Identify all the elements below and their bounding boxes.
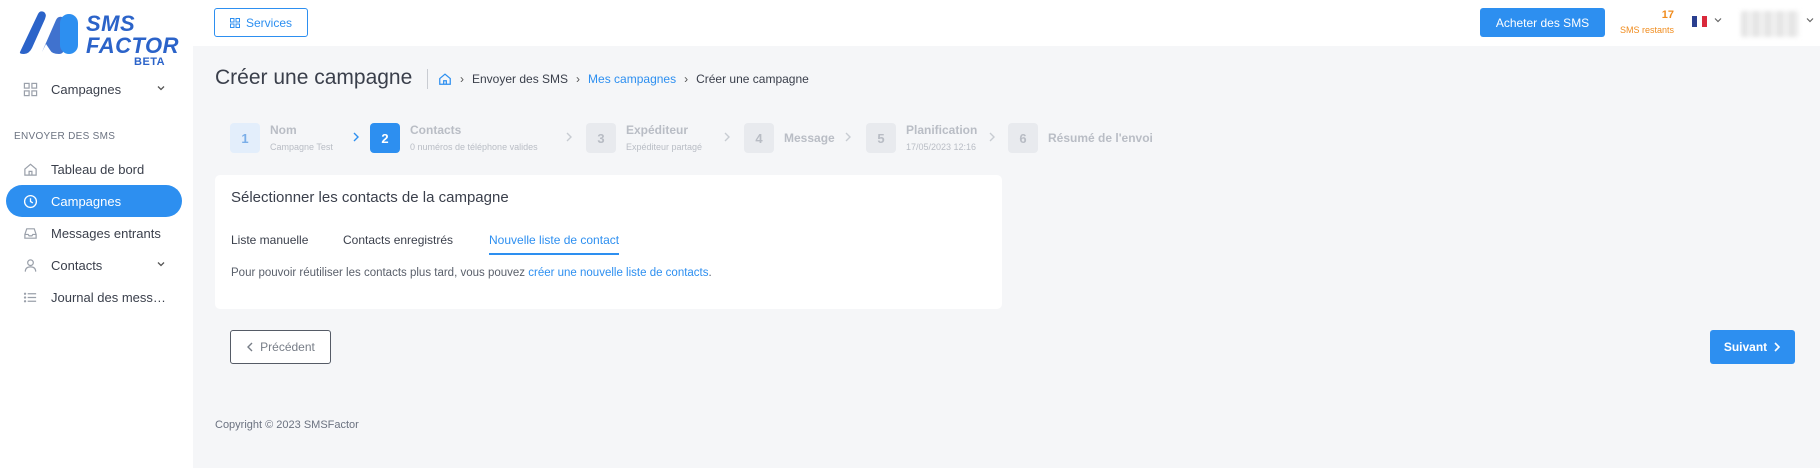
sidebar-item-label: Messages entrants <box>51 225 161 241</box>
previous-button[interactable]: Précédent <box>230 330 331 364</box>
sidebar-item-campagnes-top[interactable]: Campagnes <box>6 73 182 105</box>
brand-name-line1: SMS <box>86 11 136 36</box>
copyright-text: Copyright © 2023 SMSFactor <box>215 419 359 431</box>
sidebar-item-tableau-de-bord[interactable]: Tableau de bord <box>6 153 182 185</box>
contacts-selection-card: Sélectionner les contacts de la campagne… <box>215 175 1002 309</box>
chevron-down-icon <box>157 262 165 267</box>
chevron-down-icon[interactable] <box>1713 15 1723 25</box>
step-title: Planification <box>906 122 978 137</box>
sidebar-item-contacts[interactable]: Contacts <box>6 249 182 281</box>
previous-label: Précédent <box>260 340 315 354</box>
breadcrumb-separator: › <box>576 72 581 86</box>
chevron-down-icon <box>157 86 165 91</box>
sidebar-item-label: Journal des mess… <box>51 289 166 305</box>
step-title: Résumé de l'envoi <box>1048 130 1153 145</box>
next-button[interactable]: Suivant <box>1710 330 1795 364</box>
sms-count: 17 <box>1661 9 1674 21</box>
user-icon <box>22 257 38 273</box>
home-icon <box>22 161 38 177</box>
grid-icon <box>229 17 240 28</box>
step-number: 2 <box>370 123 400 153</box>
france-flag-icon[interactable] <box>1692 16 1707 27</box>
next-label: Suivant <box>1723 340 1768 354</box>
grid-icon <box>22 81 38 97</box>
breadcrumb: › Envoyer des SMS › Mes campagnes › Crée… <box>427 69 809 89</box>
chevron-left-icon <box>247 342 253 352</box>
chevron-right-icon <box>566 132 572 142</box>
user-profile-blurred[interactable] <box>1741 11 1799 37</box>
step-contacts[interactable]: 2 Contacts 0 numéros de téléphone valides <box>370 123 538 153</box>
step-title: Contacts <box>410 122 462 137</box>
sms-remaining-label: SMS restants <box>1619 25 1674 35</box>
chevron-right-icon <box>353 132 359 142</box>
step-planification[interactable]: 5 Planification 17/05/2023 12:16 <box>866 123 977 153</box>
step-resume[interactable]: 6 Résumé de l'envoi <box>1008 123 1153 153</box>
tab-nouvelle-liste[interactable]: Nouvelle liste de contact <box>489 233 620 255</box>
step-subtitle: Expéditeur partagé <box>626 141 703 152</box>
breadcrumb-item-envoyer: Envoyer des SMS <box>472 72 569 86</box>
step-number: 3 <box>586 123 616 153</box>
step-number: 4 <box>744 123 774 153</box>
sidebar-item-journal[interactable]: Journal des mess… <box>6 281 182 313</box>
smsfactor-logo[interactable]: SMS FACTOR BETA <box>16 8 179 68</box>
breadcrumb-separator: › <box>460 72 464 86</box>
breadcrumb-separator: › <box>684 72 689 86</box>
sidebar-item-label: Contacts <box>51 257 103 273</box>
step-message[interactable]: 4 Message <box>744 123 835 153</box>
help-text-suffix: . <box>708 267 712 279</box>
sidebar-item-label: Campagnes <box>51 81 122 97</box>
card-help-text: Pour pouvoir réutiliser les contacts plu… <box>231 267 712 279</box>
step-nom[interactable]: 1 Nom Campagne Test <box>230 123 333 153</box>
step-number: 5 <box>866 123 896 153</box>
services-label: Services <box>245 15 292 30</box>
breadcrumb-item-current: Créer une campagne <box>696 72 809 86</box>
sidebar: SMS FACTOR BETA Campagnes ENVOYER DES SM… <box>0 0 193 468</box>
list-icon <box>22 289 38 305</box>
chevron-right-icon <box>845 132 851 142</box>
step-subtitle: Campagne Test <box>270 141 333 152</box>
sidebar-item-label: Tableau de bord <box>51 161 145 177</box>
inbox-icon <box>22 225 38 241</box>
services-button[interactable]: Services <box>214 8 308 37</box>
chevron-right-icon <box>989 132 995 142</box>
sidebar-item-label: Campagnes <box>51 193 122 209</box>
chevron-right-icon <box>1774 342 1781 352</box>
create-contact-list-link[interactable]: créer une nouvelle liste de contacts <box>528 267 708 279</box>
step-number: 6 <box>1008 123 1038 153</box>
home-icon[interactable] <box>438 72 452 86</box>
help-text-prefix: Pour pouvoir réutiliser les contacts plu… <box>231 267 529 279</box>
step-expediteur[interactable]: 3 Expéditeur Expéditeur partagé <box>586 123 702 153</box>
step-subtitle: 17/05/2023 12:16 <box>906 141 977 152</box>
card-title: Sélectionner les contacts de la campagne <box>231 189 509 206</box>
top-bar: Services Acheter des SMS 17 SMS restants <box>193 0 1820 46</box>
logo-mark-icon <box>19 11 78 55</box>
tab-liste-manuelle[interactable]: Liste manuelle <box>231 233 308 253</box>
step-title: Nom <box>270 122 297 137</box>
brand-name-line2: FACTOR <box>86 33 180 58</box>
chevron-right-icon <box>724 132 730 142</box>
page-title: Créer une campagne <box>215 66 413 89</box>
sidebar-section-label: ENVOYER DES SMS <box>14 131 116 142</box>
buy-sms-button[interactable]: Acheter des SMS <box>1480 8 1605 37</box>
clock-icon <box>22 193 38 209</box>
step-title: Message <box>784 130 835 145</box>
step-subtitle: 0 numéros de téléphone valides <box>410 141 538 152</box>
step-title: Expéditeur <box>626 122 689 137</box>
chevron-down-icon[interactable] <box>1805 15 1815 25</box>
sidebar-item-campagnes[interactable]: Campagnes <box>6 185 182 217</box>
beta-badge: BETA <box>134 56 166 68</box>
tab-contacts-enregistres[interactable]: Contacts enregistrés <box>343 233 453 253</box>
breadcrumb-item-mes-campagnes[interactable]: Mes campagnes <box>588 72 676 86</box>
sidebar-item-messages-entrants[interactable]: Messages entrants <box>6 217 182 249</box>
step-number: 1 <box>230 123 260 153</box>
